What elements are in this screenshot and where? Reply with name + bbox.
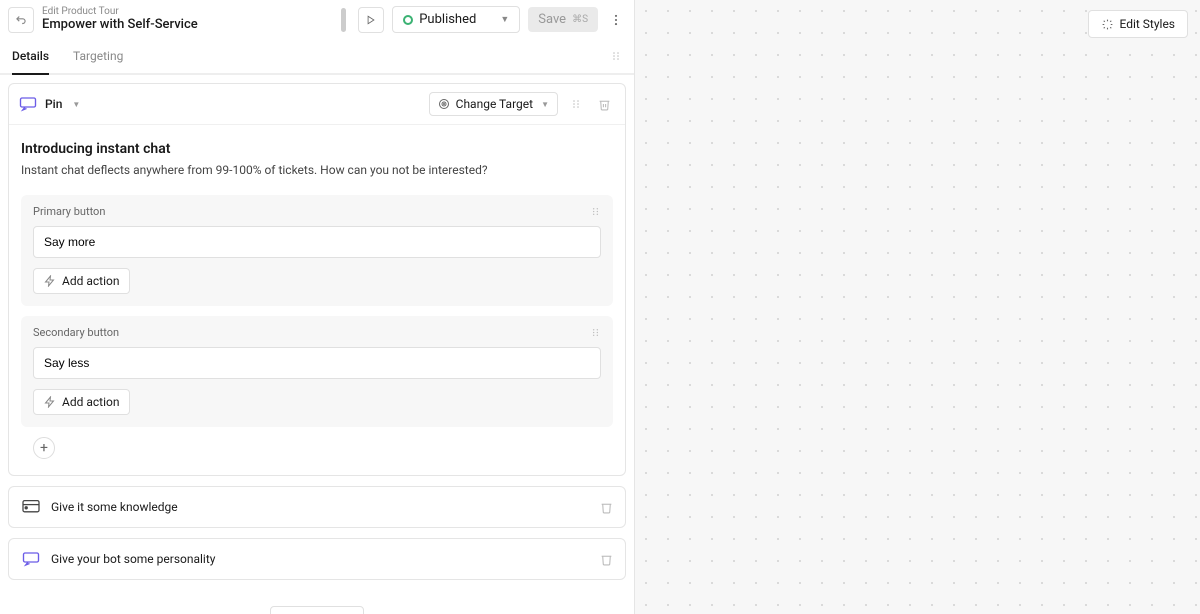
drag-handle-icon[interactable] — [610, 50, 622, 62]
preview-canvas[interactable]: Edit Styles ✕ Introducing instant chat I… — [635, 0, 1200, 614]
drag-handle-icon[interactable] — [590, 327, 601, 338]
edit-styles-label: Edit Styles — [1120, 17, 1176, 31]
pin-icon — [19, 96, 37, 112]
edit-styles-button[interactable]: Edit Styles — [1088, 10, 1189, 38]
chat-icon — [21, 551, 41, 567]
delete-button[interactable] — [600, 553, 613, 566]
secondary-button-block: Secondary button Add action — [21, 316, 613, 427]
change-target-button[interactable]: Change Target ▼ — [429, 92, 558, 116]
editor-panel: Edit Product Tour Empower with Self-Serv… — [0, 0, 635, 614]
tab-details[interactable]: Details — [12, 39, 49, 73]
pin-type-label[interactable]: Pin — [45, 97, 62, 111]
pin-content-description[interactable]: Instant chat deflects anywhere from 99-1… — [21, 163, 613, 177]
status-label: Published — [419, 12, 476, 27]
content-area: Pin ▼ Change Target ▼ Introducing instan… — [0, 75, 634, 614]
title-area: Edit Product Tour Empower with Self-Serv… — [42, 6, 350, 33]
save-label: Save — [538, 12, 566, 27]
back-button[interactable] — [8, 7, 34, 33]
pin-step-card: Pin ▼ Change Target ▼ Introducing instan… — [8, 83, 626, 476]
secondary-button-input[interactable] — [33, 347, 601, 379]
step-label: Give your bot some personality — [51, 552, 590, 566]
preview-button[interactable] — [358, 7, 384, 33]
page-subtitle: Edit Product Tour — [42, 6, 333, 17]
status-dot-icon — [403, 15, 413, 25]
add-step-button[interactable]: Add Step — [270, 606, 364, 614]
pin-content-title[interactable]: Introducing instant chat — [21, 141, 613, 157]
primary-button-block: Primary button Add action — [21, 195, 613, 306]
chevron-down-icon: ▼ — [541, 100, 549, 109]
add-action-button[interactable]: Add action — [33, 268, 130, 294]
pin-card-header: Pin ▼ Change Target ▼ — [9, 84, 625, 125]
add-action-label: Add action — [62, 395, 119, 409]
page-title: Empower with Self-Service — [42, 17, 333, 33]
step-row[interactable]: Give your bot some personality — [8, 538, 626, 580]
add-action-label: Add action — [62, 274, 119, 288]
save-shortcut: ⌘S — [572, 14, 588, 25]
delete-button[interactable] — [594, 94, 615, 115]
step-label: Give it some knowledge — [51, 500, 590, 514]
drag-handle-icon[interactable] — [566, 94, 586, 114]
delete-button[interactable] — [600, 501, 613, 514]
primary-button-label: Primary button — [33, 205, 105, 218]
drag-handle-icon[interactable] — [590, 206, 601, 217]
window-icon — [21, 499, 41, 515]
save-button: Save ⌘S — [528, 7, 598, 32]
chevron-down-icon: ▼ — [500, 14, 509, 25]
add-block-button[interactable]: + — [33, 437, 55, 459]
more-menu-button[interactable] — [606, 13, 626, 27]
scroll-indicator — [341, 8, 346, 32]
change-target-label: Change Target — [456, 97, 533, 111]
add-action-button[interactable]: Add action — [33, 389, 130, 415]
tabs: Details Targeting — [0, 39, 634, 75]
add-step-area: Add Step — [4, 590, 630, 614]
pin-card-body: Introducing instant chat Instant chat de… — [9, 125, 625, 475]
tab-targeting[interactable]: Targeting — [73, 39, 123, 73]
primary-button-input[interactable] — [33, 226, 601, 258]
secondary-button-label: Secondary button — [33, 326, 119, 339]
editor-header: Edit Product Tour Empower with Self-Serv… — [0, 0, 634, 39]
chevron-down-icon: ▼ — [72, 100, 80, 109]
step-row[interactable]: Give it some knowledge — [8, 486, 626, 528]
status-dropdown[interactable]: Published ▼ — [392, 6, 520, 33]
